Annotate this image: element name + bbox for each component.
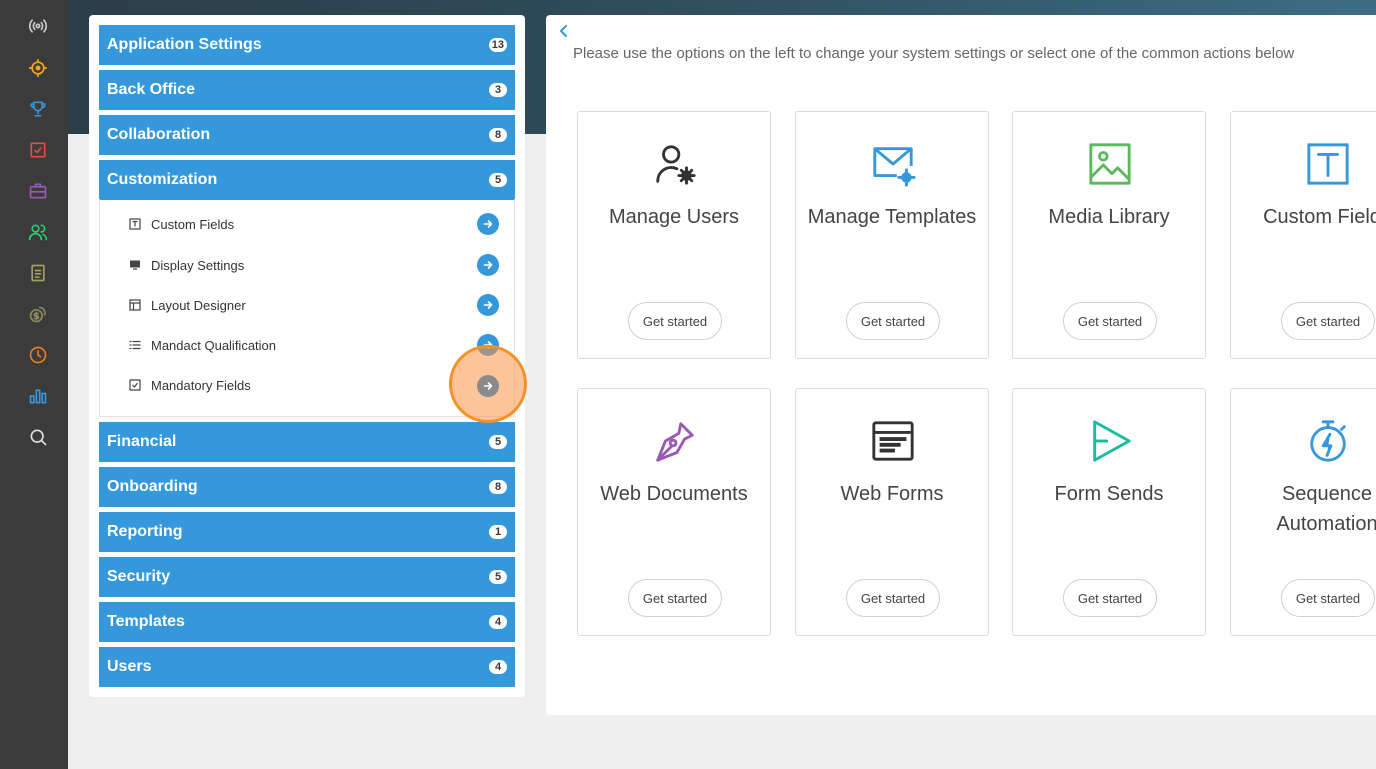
intro-text: Please use the options on the left to ch… (573, 45, 1295, 62)
category-customization[interactable]: Customization 5 (99, 160, 515, 200)
category-count-badge: 5 (489, 570, 507, 584)
card-title: Media Library (1048, 206, 1170, 228)
category-security[interactable]: Security 5 (99, 557, 515, 597)
get-started-button[interactable]: Get started (628, 579, 722, 617)
broadcast-icon[interactable] (24, 12, 52, 40)
browser-window-icon (869, 417, 917, 465)
category-label: Financial (107, 433, 177, 450)
category-count-badge: 1 (489, 525, 507, 539)
category-label: Application Settings (107, 36, 262, 53)
chevron-left-icon[interactable] (556, 23, 572, 39)
search-icon[interactable] (24, 423, 52, 451)
user-gear-icon (651, 140, 699, 188)
category-label: Customization (107, 171, 218, 188)
main-panel: Please use the options on the left to ch… (546, 15, 1376, 715)
category-count-badge: 4 (489, 660, 507, 674)
go-arrow-icon[interactable] (477, 213, 499, 235)
card-custom-fields: Custom Fields Get started (1230, 111, 1376, 359)
category-count-badge: 5 (489, 435, 507, 449)
get-started-button[interactable]: Get started (1063, 302, 1157, 340)
briefcase-icon[interactable] (24, 177, 52, 205)
card-title: Custom Fields (1263, 206, 1376, 228)
image-icon (1086, 140, 1134, 188)
get-started-button[interactable]: Get started (628, 302, 722, 340)
category-users[interactable]: Users 4 (99, 647, 515, 687)
text-box-icon (129, 218, 141, 230)
get-started-button[interactable]: Get started (1281, 579, 1375, 617)
send-icon (1086, 417, 1134, 465)
mail-gear-icon (869, 140, 917, 188)
category-financial[interactable]: Financial 5 (99, 422, 515, 462)
card-manage-users: Manage Users Get started (577, 111, 771, 359)
submenu-item-layout-designer[interactable]: Layout Designer (100, 285, 514, 325)
submenu-item-label: Mandatory Fields (151, 377, 251, 393)
dollar-icon[interactable] (24, 300, 52, 328)
card-title: Sequence Automation (1276, 483, 1376, 535)
get-started-button[interactable]: Get started (1063, 579, 1157, 617)
monitor-icon (129, 259, 141, 271)
category-count-badge: 8 (489, 480, 507, 494)
checkbox-icon (129, 379, 141, 391)
layout-icon (129, 299, 141, 311)
category-label: Security (107, 568, 171, 585)
category-count-badge: 4 (489, 615, 507, 629)
get-started-button[interactable]: Get started (846, 302, 940, 340)
users-icon[interactable] (24, 218, 52, 246)
get-started-button[interactable]: Get started (1281, 302, 1375, 340)
document-icon[interactable] (24, 259, 52, 287)
card-web-documents: Web Documents Get started (577, 388, 771, 636)
category-count-badge: 3 (489, 83, 507, 97)
get-started-button[interactable]: Get started (846, 579, 940, 617)
trophy-icon[interactable] (24, 95, 52, 123)
submenu-item-mandact-qualification[interactable]: Mandact Qualification (100, 325, 514, 365)
text-box-icon (1304, 140, 1352, 188)
stopwatch-bolt-icon (1304, 417, 1352, 465)
target-icon[interactable] (24, 54, 52, 82)
card-title: Web Forms (840, 483, 944, 505)
card-form-sends: Form Sends Get started (1012, 388, 1206, 636)
category-label: Back Office (107, 81, 196, 98)
go-arrow-icon[interactable] (477, 254, 499, 276)
go-arrow-icon[interactable] (477, 294, 499, 316)
category-application-settings[interactable]: Application Settings 13 (99, 25, 515, 65)
category-collaboration[interactable]: Collaboration 8 (99, 115, 515, 155)
card-manage-templates: Manage Templates Get started (795, 111, 989, 359)
card-title: Form Sends (1054, 483, 1164, 505)
category-label: Onboarding (107, 478, 198, 495)
list-icon (129, 339, 141, 351)
pen-nib-icon (651, 417, 699, 465)
category-templates[interactable]: Templates 4 (99, 602, 515, 642)
card-web-forms: Web Forms Get started (795, 388, 989, 636)
category-label: Reporting (107, 523, 183, 540)
card-title: Manage Users (608, 206, 740, 228)
submenu-item-label: Display Settings (151, 257, 245, 273)
card-title: Manage Templates (807, 206, 977, 228)
category-onboarding[interactable]: Onboarding 8 (99, 467, 515, 507)
card-media-library: Media Library Get started (1012, 111, 1206, 359)
category-reporting[interactable]: Reporting 1 (99, 512, 515, 552)
submenu-item-label: Mandact Qualification (151, 337, 277, 353)
category-label: Users (107, 658, 152, 675)
submenu-item-label: Layout Designer (151, 297, 246, 313)
card-title: Web Documents (600, 483, 748, 505)
submenu-item-label: Custom Fields (151, 216, 235, 232)
category-count-badge: 5 (489, 173, 507, 187)
submenu-item-display-settings[interactable]: Display Settings (100, 245, 514, 285)
bar-chart-icon[interactable] (24, 382, 52, 410)
clock-icon[interactable] (24, 341, 52, 369)
category-label: Collaboration (107, 126, 211, 143)
card-sequence-automation: Sequence Automation Get started (1230, 388, 1376, 636)
nav-rail (0, 0, 68, 769)
category-count-badge: 13 (488, 38, 507, 52)
checkbox-icon[interactable] (24, 136, 52, 164)
category-label: Templates (107, 613, 185, 630)
category-back-office[interactable]: Back Office 3 (99, 70, 515, 110)
go-arrow-icon[interactable] (477, 375, 499, 397)
category-count-badge: 8 (489, 128, 507, 142)
submenu-item-custom-fields[interactable]: Custom Fields (100, 204, 514, 244)
